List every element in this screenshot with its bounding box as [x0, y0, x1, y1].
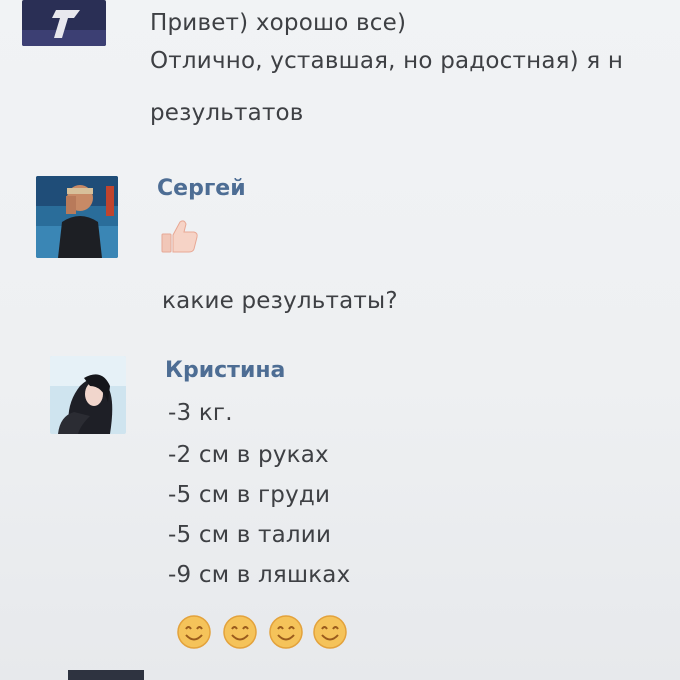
result-line: -5 см в груди [168, 482, 331, 508]
sergey-avatar[interactable] [36, 176, 118, 258]
sender-name[interactable]: Сергей [157, 176, 246, 201]
top-user-avatar[interactable] [22, 0, 106, 46]
result-line: -3 кг. [168, 400, 233, 426]
avatar-image [36, 176, 118, 258]
chat-screen: Привет) хорошо все) Отлично, уставшая, н… [0, 0, 680, 680]
result-line: -9 см в ляшках [168, 562, 351, 588]
next-user-avatar[interactable] [68, 670, 144, 680]
kristina-avatar[interactable] [50, 356, 126, 434]
smiley-icon [312, 614, 348, 654]
message-text: какие результаты? [162, 288, 398, 314]
message-text: Привет) хорошо все) [150, 10, 407, 36]
avatar-image [50, 356, 126, 434]
result-line: -2 см в руках [168, 442, 329, 468]
sender-name[interactable]: Кристина [165, 358, 285, 383]
smiley-icon [268, 614, 304, 654]
thumbs-up-icon [160, 216, 200, 260]
avatar-image [22, 0, 106, 46]
smiley-icon [176, 614, 212, 654]
message-text: результатов [150, 100, 304, 126]
message-text: Отлично, уставшая, но радостная) я н [150, 48, 624, 74]
smiley-icon [222, 614, 258, 654]
result-line: -5 см в талии [168, 522, 332, 548]
